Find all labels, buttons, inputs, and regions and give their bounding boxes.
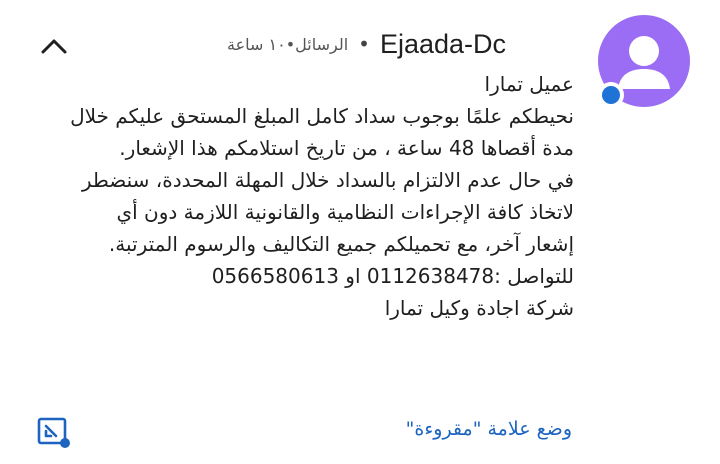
mark-as-read-button[interactable]: وضع علامة "مقروءة" — [406, 418, 572, 440]
message-notification[interactable]: Ejaada-Dc • الرسائل • ١٠ ساعة عميل تمارا… — [0, 0, 720, 464]
separator-dot: • — [285, 34, 296, 54]
open-in-app-button[interactable] — [36, 416, 72, 450]
message-line: لاتخاذ كافة الإجراءات النظامية والقانوني… — [116, 200, 574, 224]
timestamp: ١٠ ساعة — [227, 34, 286, 54]
message-line: إشعار آخر، مع تحميلكم جميع التكاليف والر… — [108, 232, 574, 256]
message-line: مدة أقصاها 48 ساعة ، من تاريخ استلامكم ه… — [119, 136, 574, 160]
message-line: للتواصل :0112638478 او 0566580613 — [211, 264, 574, 288]
open-in-app-icon — [37, 417, 70, 448]
message-line: عميل تمارا — [484, 72, 574, 96]
chat-bubble-icon — [602, 86, 620, 104]
chevron-up-icon — [41, 39, 67, 54]
message-body: عميل تمارا نحيطكم علمًا بوجوب سداد كامل … — [14, 68, 574, 324]
app-name: الرسائل — [295, 34, 349, 54]
separator-dot: • — [358, 32, 370, 56]
notification-header: Ejaada-Dc • الرسائل • ١٠ ساعة — [227, 24, 506, 64]
sender-name: Ejaada-Dc — [379, 28, 506, 59]
app-badge — [598, 82, 624, 108]
message-line: نحيطكم علمًا بوجوب سداد كامل المبلغ المس… — [70, 104, 574, 128]
message-line: في حال عدم الالتزام بالسداد خلال المهلة … — [81, 168, 574, 192]
collapse-button[interactable] — [30, 24, 78, 68]
message-line: شركة اجادة وكيل تمارا — [384, 296, 574, 320]
